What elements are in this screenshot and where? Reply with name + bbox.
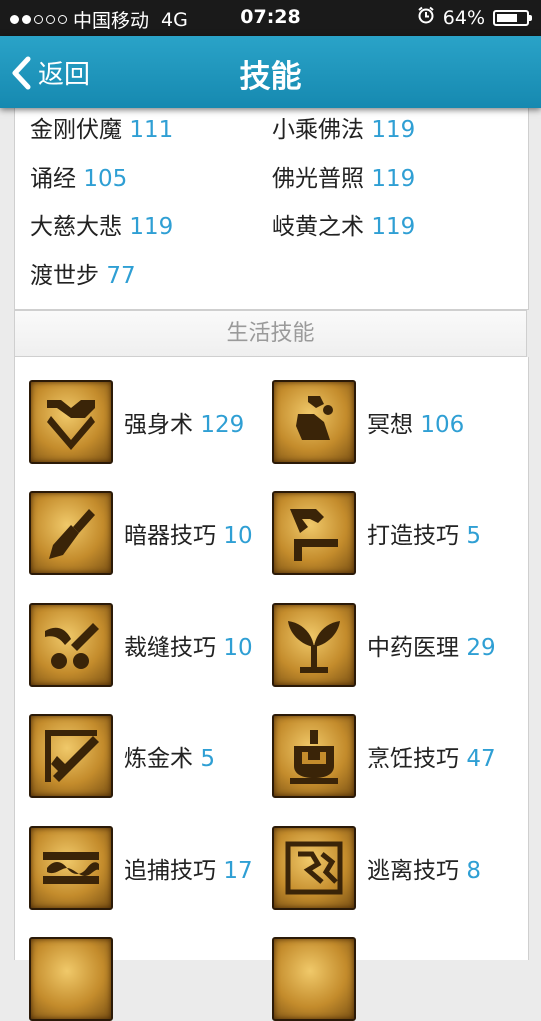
life-skill-name: 打造技巧 [367, 523, 459, 549]
life-skill-name: 逃离技巧 [367, 858, 459, 884]
life-skill-item[interactable]: 打造技巧 5 [272, 491, 481, 575]
skill-icon-partial [29, 937, 113, 1021]
life-skill-item[interactable]: 冥想 106 [272, 380, 464, 464]
skill-name: 小乘佛法 [272, 117, 364, 143]
skill-name: 渡世步 [30, 263, 99, 289]
combat-skill-list: 金刚伏魔 111 小乘佛法 119 诵经 105 佛光普照 119 大慈大悲 1… [14, 108, 529, 310]
scissors-icon [29, 603, 113, 687]
life-skill-level: 17 [223, 858, 253, 884]
herb-icon [272, 603, 356, 687]
navigation-bar: 返回 技能 [0, 36, 541, 108]
battery-icon [493, 9, 532, 26]
skill-item[interactable]: 诵经 105 [30, 159, 127, 193]
cooking-pot-icon [272, 714, 356, 798]
life-skill-level: 5 [466, 523, 481, 549]
skill-name: 佛光普照 [272, 166, 364, 192]
alarm-clock-icon [417, 6, 435, 29]
page-title: 技能 [239, 59, 302, 95]
skill-name: 岐黄之术 [272, 214, 364, 240]
life-skill-name: 强身术 [124, 412, 193, 438]
strength-icon [29, 380, 113, 464]
skill-item[interactable]: 岐黄之术 119 [272, 207, 415, 241]
status-right: 64% [417, 6, 532, 29]
skill-level: 119 [371, 166, 416, 192]
skill-level: 119 [371, 214, 416, 240]
skill-name: 金刚伏魔 [30, 117, 122, 143]
meditation-icon [272, 380, 356, 464]
skill-item[interactable]: 渡世步 77 [30, 256, 136, 290]
skill-level: 111 [129, 117, 174, 143]
life-skill-level: 47 [466, 746, 496, 772]
life-skill-name: 中药医理 [367, 635, 459, 661]
life-skill-item[interactable]: 烹饪技巧 47 [272, 714, 496, 798]
life-skill-level: 129 [200, 412, 245, 438]
life-skill-item[interactable]: 追捕技巧 17 [29, 826, 253, 910]
life-skills-section-header: 生活技能 [14, 310, 527, 357]
skill-name: 大慈大悲 [30, 214, 122, 240]
life-skill-name: 追捕技巧 [124, 858, 216, 884]
life-skill-name: 冥想 [367, 412, 413, 438]
skill-level: 119 [129, 214, 174, 240]
life-skill-level: 29 [466, 635, 496, 661]
life-skill-item-partial[interactable] [272, 937, 356, 1021]
skill-item[interactable]: 小乘佛法 119 [272, 110, 415, 144]
battery-percent: 64% [442, 6, 485, 29]
skill-item[interactable]: 佛光普照 119 [272, 159, 415, 193]
escape-icon [272, 826, 356, 910]
life-skill-name: 炼金术 [124, 746, 193, 772]
life-skill-item[interactable]: 暗器技巧 10 [29, 491, 253, 575]
skill-name: 诵经 [30, 166, 76, 192]
skill-item[interactable]: 金刚伏魔 111 [30, 110, 173, 144]
life-skill-level: 8 [466, 858, 481, 884]
life-skill-item[interactable]: 强身术 129 [29, 380, 244, 464]
life-skill-item-partial[interactable] [29, 937, 113, 1021]
life-skill-name: 裁缝技巧 [124, 635, 216, 661]
skill-level: 105 [83, 166, 128, 192]
life-skill-list: 强身术 129 冥想 106 暗器技巧 10 打造技巧 5 裁缝技巧 10 中药… [14, 357, 529, 1021]
life-skill-name: 暗器技巧 [124, 523, 216, 549]
life-skill-name: 烹饪技巧 [367, 746, 459, 772]
dart-icon [29, 491, 113, 575]
life-skill-level: 10 [223, 635, 253, 661]
skill-level: 77 [106, 263, 136, 289]
life-skill-level: 10 [223, 523, 253, 549]
alchemy-icon [29, 714, 113, 798]
forging-hammer-icon [272, 491, 356, 575]
life-skill-level: 5 [200, 746, 215, 772]
skill-item[interactable]: 大慈大悲 119 [30, 207, 173, 241]
status-bar: 中国移动 4G 07:28 64% [0, 0, 541, 36]
life-skill-item[interactable]: 逃离技巧 8 [272, 826, 481, 910]
life-skill-item[interactable]: 中药医理 29 [272, 603, 496, 687]
skill-level: 119 [371, 117, 416, 143]
life-skill-item[interactable]: 裁缝技巧 10 [29, 603, 253, 687]
life-skill-item[interactable]: 炼金术 5 [29, 714, 215, 798]
life-skill-level: 106 [420, 412, 465, 438]
skill-icon-partial [272, 937, 356, 1021]
tracking-icon [29, 826, 113, 910]
